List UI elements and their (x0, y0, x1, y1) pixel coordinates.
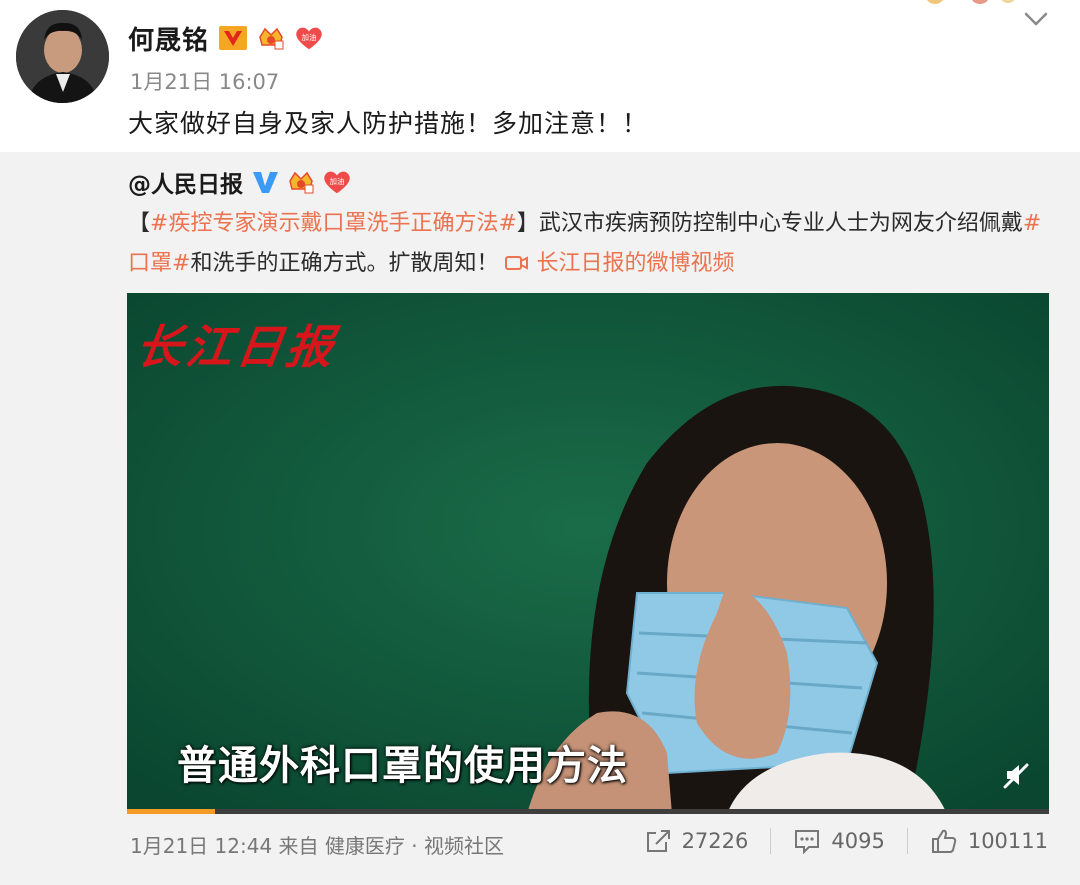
post-text: 大家做好自身及家人防护措施！多加注意！！ (128, 109, 649, 138)
video-camera-icon (505, 256, 529, 270)
body-text: 武汉市疾病预防控制中心专业人士为网友介绍佩戴 (538, 211, 1023, 236)
bracket-open: 【 (128, 211, 151, 236)
post-footer: 1月21日 12:44 来自 健康医疗 · 视频社区 27226 4095 10… (0, 824, 1080, 864)
thumbs-up-icon (931, 829, 957, 853)
chevron-down-icon[interactable] (1022, 8, 1050, 30)
comment-button[interactable]: 4095 (793, 828, 885, 854)
post-timestamp[interactable]: 1月21日 16:07 (130, 66, 279, 96)
comment-icon (795, 830, 820, 854)
author-row: 何晟铭 加油 (128, 18, 323, 58)
decoration-strip (927, 0, 1015, 4)
blue-v-verified-icon[interactable] (251, 169, 279, 195)
video-subtitle: 普通外科口罩的使用方法 (177, 743, 628, 789)
mute-icon[interactable] (1001, 760, 1031, 790)
avatar[interactable] (16, 10, 109, 103)
divider (906, 828, 908, 854)
weibo-post: 何晟铭 加油 1月21日 16:07 大家做好自身及家人防护措施！多加注意！！ … (0, 0, 1080, 885)
video-link-label: 长江日报的微博视频 (536, 251, 735, 276)
original-author-name[interactable]: @人民日报 (128, 165, 243, 199)
repost-button[interactable]: 27226 (644, 828, 749, 854)
svg-text:加油: 加油 (330, 176, 345, 186)
like-button[interactable]: 100111 (930, 828, 1048, 854)
video-progress-bar[interactable] (127, 809, 1049, 814)
repost-count: 27226 (681, 829, 749, 853)
post-meta-source[interactable]: 1月21日 12:44 来自 健康医疗 · 视频社区 (130, 830, 504, 859)
body-text: 和洗手的正确方式。扩散周知！ (190, 251, 506, 276)
comment-count: 4095 (831, 829, 885, 853)
verified-v-icon[interactable] (219, 26, 248, 50)
crown-badge-icon[interactable] (257, 25, 285, 51)
action-bar: 27226 4095 100111 (644, 828, 1048, 854)
jiayou-heart-badge-icon[interactable]: 加油 (295, 25, 323, 51)
repost-icon (646, 830, 670, 852)
bracket-close: 】 (516, 211, 539, 236)
svg-text:加油: 加油 (302, 32, 317, 42)
author-name[interactable]: 何晟铭 (128, 20, 209, 57)
hashtag-link[interactable]: #疾控专家演示戴口罩洗手正确方法# (150, 211, 517, 236)
crown-badge-icon[interactable] (287, 169, 315, 195)
video-link[interactable]: 长江日报的微博视频 (505, 251, 734, 276)
video-player[interactable]: 长江日报 普通外科口罩的使用方法 (127, 293, 1049, 814)
divider (770, 828, 772, 854)
like-count: 100111 (967, 829, 1048, 853)
original-author-row: @人民日报 加油 (128, 166, 351, 198)
repost-card[interactable]: @人民日报 加油 【#疾控专家演示戴口罩洗手正确方法#】武汉市疾病预防控制中心专… (0, 152, 1080, 885)
original-post-text: 【#疾控专家演示戴口罩洗手正确方法#】武汉市疾病预防控制中心专业人士为网友介绍佩… (128, 204, 1048, 284)
video-progress-fill (127, 809, 215, 814)
video-watermark-logo: 长江日报 (132, 320, 341, 374)
jiayou-heart-badge-icon[interactable]: 加油 (323, 169, 351, 195)
